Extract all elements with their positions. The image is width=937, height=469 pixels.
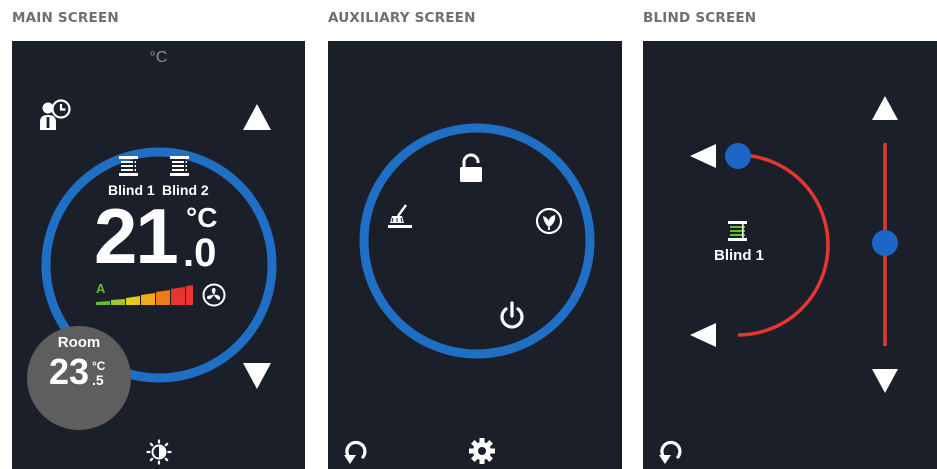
gear-icon[interactable]: [468, 437, 496, 465]
blind-label: Blind 1: [713, 247, 764, 264]
room-label: Room: [57, 334, 101, 351]
blind-tilt-knob[interactable]: [725, 143, 751, 169]
left-arrow-icon[interactable]: [690, 144, 716, 168]
auxiliary-screen-title: AUXILIARY SCREEN: [328, 10, 476, 26]
unit-label-top: °C: [149, 49, 168, 66]
setpoint-temperature-unit: °C: [186, 202, 218, 233]
up-arrow-icon[interactable]: [243, 104, 271, 130]
cleaning-icon[interactable]: [386, 203, 414, 231]
room-temperature-decimal: .5: [92, 372, 104, 388]
unlock-icon[interactable]: [459, 153, 483, 183]
blind-position-knob[interactable]: [872, 230, 898, 256]
down-arrow-icon[interactable]: [872, 369, 898, 393]
power-icon[interactable]: [498, 301, 526, 331]
down-arrow-icon[interactable]: [243, 363, 271, 389]
blind-2-icon[interactable]: [169, 155, 191, 177]
setpoint-temperature-integer: 21: [94, 192, 179, 280]
left-arrow-icon[interactable]: [690, 323, 716, 347]
room-temperature-integer: 23: [49, 351, 90, 392]
auxiliary-screen-panel: [328, 41, 622, 469]
blind-icon: [727, 220, 749, 242]
main-screen-title: MAIN SCREEN: [12, 10, 119, 26]
main-screen-panel: °C Blind 1 Blind 2 21 °C .0 A Room 23 °C…: [12, 41, 305, 469]
fan-level-bars[interactable]: [96, 284, 200, 306]
blind-screen-title: BLIND SCREEN: [643, 10, 757, 26]
person-clock-icon[interactable]: [38, 97, 74, 133]
brightness-icon[interactable]: [146, 439, 172, 465]
setpoint-temperature-decimal: .0: [183, 231, 217, 275]
undo-icon[interactable]: [657, 437, 685, 465]
room-temperature-unit: °C: [92, 359, 106, 373]
undo-icon[interactable]: [342, 437, 370, 465]
eco-leaf-icon[interactable]: [535, 207, 563, 235]
blind-screen-panel: Blind 1: [643, 41, 937, 469]
fan-icon[interactable]: [202, 283, 226, 307]
blind-1-icon[interactable]: [118, 155, 140, 177]
up-arrow-icon[interactable]: [872, 96, 898, 120]
